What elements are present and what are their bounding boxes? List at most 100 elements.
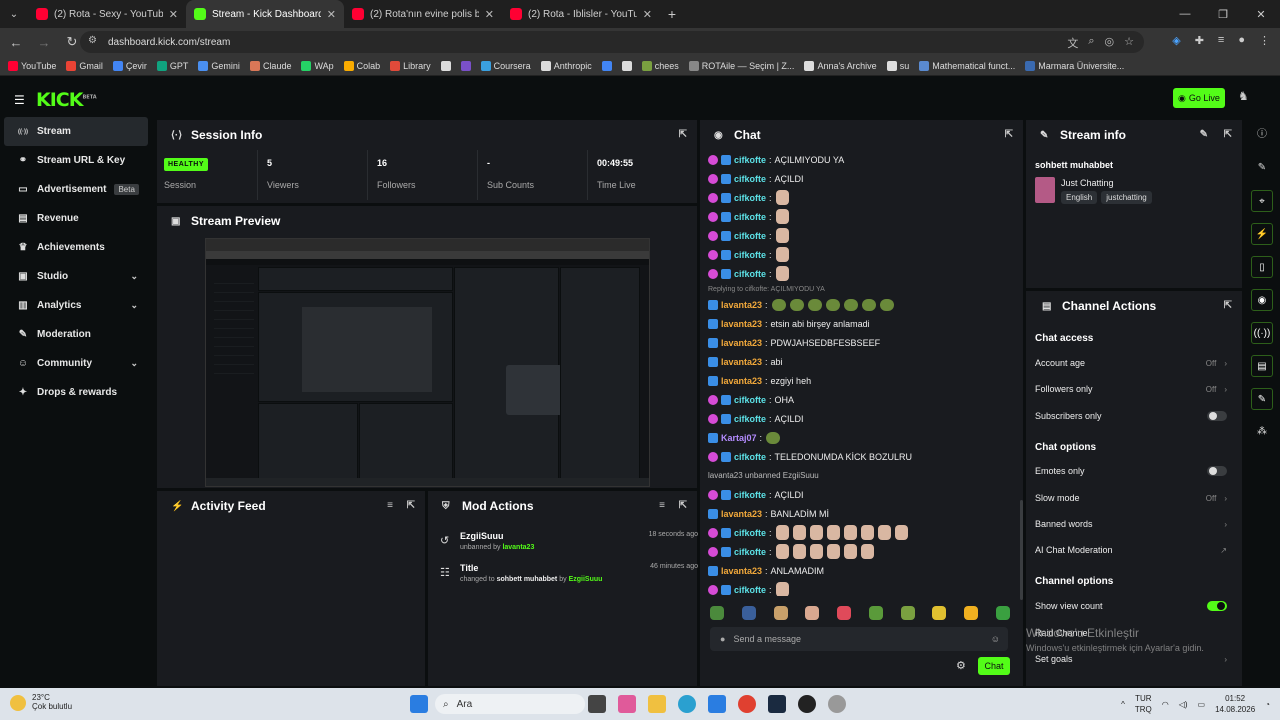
filter-icon[interactable]: ≡ [659,500,665,511]
pencil-icon[interactable]: ✎ [1251,157,1273,179]
browser-menu-icon[interactable]: ⋮ [1259,34,1270,47]
obs-icon[interactable] [798,695,816,713]
close-window-button[interactable]: ✕ [1242,8,1280,21]
chat-username[interactable]: lavanta23 [721,509,762,519]
chat-message[interactable]: cifkofte: TELEDONUMDA KİCK BOZULRU [708,447,1008,466]
bookmark-item[interactable]: chees [641,60,679,71]
chat-message[interactable]: cifkofte: [708,226,1008,245]
back-icon[interactable]: ← [4,35,28,50]
chat-send-button[interactable]: Chat [978,657,1010,675]
url-field[interactable]: ⚙ dashboard.kick.com/stream 文 ⌕ ◎ ☆ [80,31,1144,53]
task-view-icon[interactable] [588,695,606,713]
tab-close-icon[interactable]: ✕ [327,8,336,21]
tab-close-icon[interactable]: ✕ [485,8,494,21]
bookmark-item[interactable]: Gemini [198,60,240,71]
site-info-icon[interactable]: ⚙ [88,35,97,46]
chat-message[interactable]: lavanta23: ezgiyi heh [708,371,1008,390]
profile-avatar[interactable]: ● [1238,34,1245,47]
sidebar-item[interactable]: ♛ Achievements [4,233,148,262]
chat-username[interactable]: lavanta23 [721,566,762,576]
translate-icon[interactable]: 文 [1067,35,1078,51]
chat-message[interactable]: lavanta23: ANLAMADIM [708,561,1008,580]
sidebar-item[interactable]: ▥ Analytics ⌄ [4,291,148,320]
account-age-row[interactable]: Account age Off › [1035,358,1227,368]
sidebar-item[interactable]: ▭ Advertisement Beta [4,175,148,204]
bookmark-item[interactable]: su [886,60,909,71]
chat-message[interactable]: lavanta23: BANLADİM Mİ [708,504,1008,523]
bookmark-star-icon[interactable]: ☆ [1124,35,1134,51]
chat-icon[interactable]: ◉ [1251,289,1273,311]
bookmark-item[interactable]: Anthropic [540,60,592,71]
wrench-icon[interactable]: ✎ [1251,388,1273,410]
filter-icon[interactable]: ≡ [387,500,393,511]
chat-username[interactable]: cifkofte [734,490,766,500]
chat-username[interactable]: lavanta23 [721,376,762,386]
clock[interactable]: 01:52 14.08.2026 [1215,693,1255,715]
chat-message[interactable]: cifkofte: [708,580,1008,596]
chat-username[interactable]: cifkofte [734,231,766,241]
emote-icon[interactable] [868,606,883,620]
emote-icon[interactable] [900,606,915,620]
chat-username[interactable]: cifkofte [734,452,766,462]
user-avatar[interactable]: ♞ [1238,89,1254,105]
banned-words-row[interactable]: Banned words › [1035,519,1227,529]
bookmark-item[interactable]: Anna's Archive [804,60,877,71]
bookmark-item[interactable]: Library [390,60,431,71]
browser-tab[interactable]: (2) Rota'nın evine polis baskını ✕ [344,0,502,28]
bookmark-item[interactable]: Claude [249,60,291,71]
bookmark-item[interactable]: Mathematical funct... [919,60,1015,71]
emote-icon[interactable] [773,606,788,620]
eye-off-icon[interactable]: ◎ [1105,35,1115,51]
edge-icon[interactable] [678,695,696,713]
broadcast-icon[interactable]: ((·)) [1251,322,1273,344]
bookmark-item[interactable]: Colab [343,60,380,71]
popout-icon[interactable]: ⇱ [679,500,687,511]
emotes-only-toggle[interactable] [1207,466,1227,476]
chat-username[interactable]: cifkofte [734,395,766,405]
forward-icon[interactable]: → [32,35,56,50]
chat-username[interactable]: cifkofte [734,528,766,538]
steam-icon[interactable] [768,695,786,713]
slow-mode-row[interactable]: Slow mode Off › [1035,493,1227,503]
bookmark-item[interactable] [460,60,471,71]
crosshair-icon[interactable]: ⌖ [1251,190,1273,212]
chat-scrollbar[interactable] [1020,500,1023,600]
new-tab-button[interactable]: + [660,6,684,22]
stream-preview-video[interactable] [205,238,650,487]
chat-message[interactable]: cifkofte: [708,188,1008,207]
weather-widget[interactable]: 23°C Çok bulutlu [10,693,72,711]
chat-username[interactable]: cifkofte [734,547,766,557]
chat-username[interactable]: cifkofte [734,414,766,424]
chat-username[interactable]: lavanta23 [721,300,762,310]
emote-icon[interactable] [837,606,852,620]
kick-logo[interactable]: KICKBETA [36,89,97,111]
sidebar-item[interactable]: ((·)) Stream [4,117,148,146]
chat-message[interactable]: cifkofte: [708,245,1008,264]
bookmark-item[interactable]: Çevir [112,60,147,71]
chat-username[interactable]: cifkofte [734,585,766,595]
sidebar-item[interactable]: ✦ Drops & rewards [4,378,148,407]
file-explorer-icon[interactable] [648,695,666,713]
browser-tab[interactable]: Stream - Kick Dashboard ✕ [186,0,344,28]
reading-list-icon[interactable]: ≡ [1218,34,1224,47]
browser-tab[interactable]: (2) Rota - İblisler - YouTube ✕ [502,0,660,28]
go-live-button[interactable]: ◉ Go Live [1173,88,1225,108]
emoji-picker-icon[interactable]: ☺ [991,634,1000,644]
emote-icon[interactable] [710,606,724,620]
maximize-button[interactable]: ❐ [1204,8,1242,21]
tray-chevron-icon[interactable]: ^ [1121,700,1125,709]
bookmark-item[interactable]: WAp [301,60,334,71]
volume-icon[interactable]: ◁) [1179,700,1188,709]
emote-icon[interactable] [964,606,979,620]
bookmark-item[interactable] [621,60,632,71]
chat-message[interactable]: lavanta23: etsin abi birşey anlamadi [708,314,1008,333]
tab-close-icon[interactable]: ✕ [643,8,652,21]
extensions-puzzle-icon[interactable]: ✚ [1195,34,1204,47]
popout-icon[interactable]: ⇱ [1224,129,1232,140]
bolt-icon[interactable]: ⚡ [1251,223,1273,245]
emote-icon[interactable] [932,606,947,620]
chat-message[interactable]: cifkofte: [708,523,1008,542]
chat-message[interactable]: cifkofte: AÇILDI [708,169,1008,188]
chat-message[interactable]: cifkofte: AÇILDI [708,409,1008,428]
bookmark-item[interactable]: YouTube [8,60,56,71]
